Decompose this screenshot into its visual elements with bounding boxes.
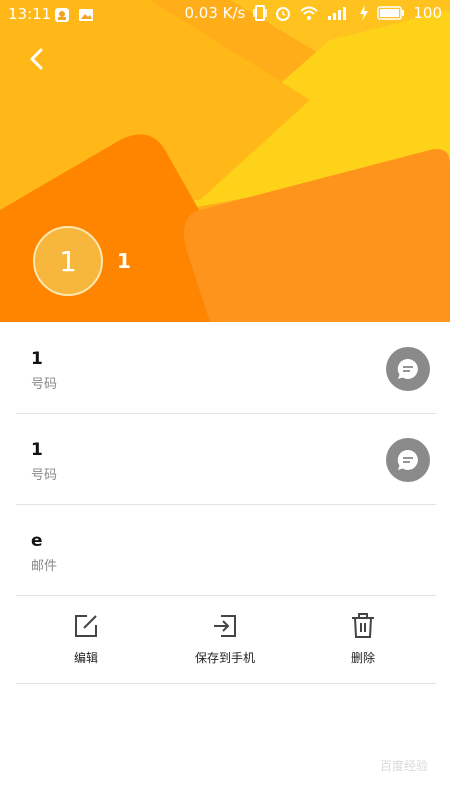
field-label: 号码 [31,468,58,483]
field-label: 邮件 [31,559,58,574]
battery-level: 100 [413,4,442,22]
back-arrow-icon[interactable] [22,44,52,74]
charging-icon [360,5,369,21]
watermark: 百度经验 [379,759,428,773]
edit-icon [75,615,97,637]
action-bar: 编辑 保存到手机 删除 [16,597,436,684]
edit-button[interactable]: 编辑 [26,613,146,666]
trash-icon [352,613,374,638]
message-button[interactable] [386,347,430,391]
contact-name: 1 [117,249,131,273]
field-value: 1 [31,349,43,369]
wifi-icon [300,6,319,20]
phone-row-1[interactable]: 1 号码 [16,323,436,414]
vibrate-icon [253,5,268,21]
battery-icon [377,6,405,20]
signal-icon [328,7,347,20]
field-label: 号码 [31,377,58,392]
message-button[interactable] [386,438,430,482]
save-to-phone-label: 保存到手机 [194,651,255,665]
import-icon [214,615,236,637]
delete-button[interactable]: 删除 [303,613,423,666]
gallery-icon [79,9,93,21]
network-speed: 0.03 K/s [184,4,246,22]
email-row[interactable]: e 邮件 [16,505,436,596]
save-to-phone-button[interactable]: 保存到手机 [165,613,285,666]
delete-label: 删除 [350,651,375,665]
status-bar: 13:11 0.03 K/s 100 [0,0,450,30]
message-icon [397,449,418,470]
notification-icon [55,8,69,22]
contact-header: 13:11 0.03 K/s 100 1 1 [0,0,450,322]
status-time: 13:11 [8,5,52,23]
field-value: 1 [31,440,43,460]
phone-row-2[interactable]: 1 号码 [16,414,436,505]
edit-label: 编辑 [73,651,98,665]
message-icon [397,358,418,379]
alarm-icon [276,7,291,21]
avatar: 1 [33,226,103,296]
field-value: e [31,531,43,551]
